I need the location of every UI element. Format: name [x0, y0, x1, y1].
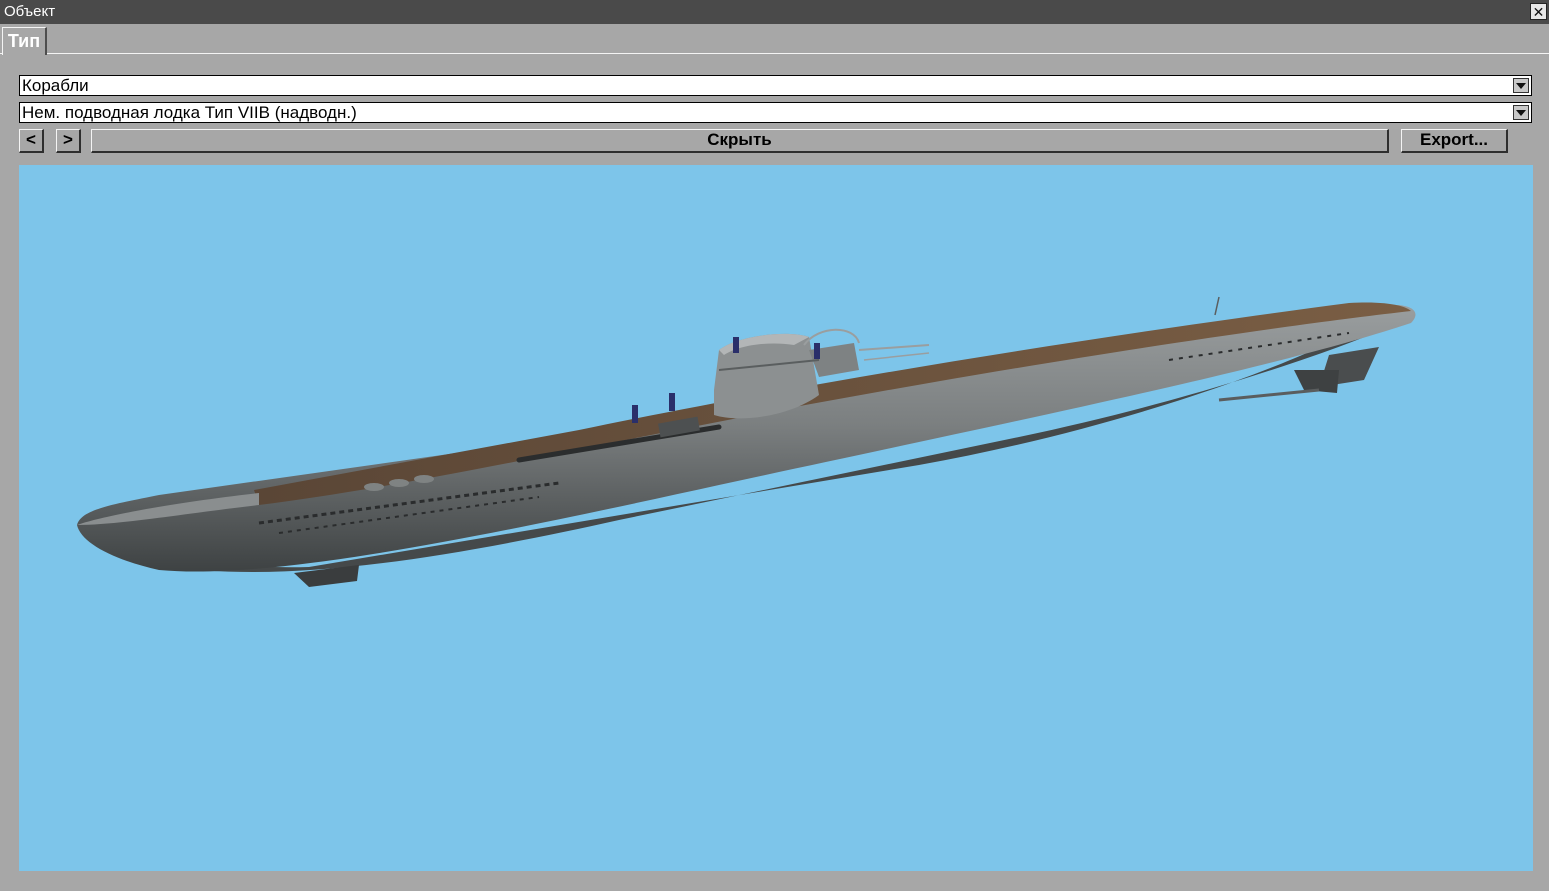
chevron-down-icon — [1516, 109, 1526, 116]
window-title: Объект — [4, 3, 56, 20]
submarine-model — [77, 296, 1416, 587]
model-viewport[interactable] — [19, 165, 1533, 871]
tab-strip: Тип — [0, 24, 1549, 55]
category-dropdown-button[interactable] — [1513, 78, 1529, 93]
tab-type[interactable]: Тип — [2, 27, 47, 55]
chevron-down-icon — [1516, 82, 1526, 89]
close-button[interactable]: ✕ — [1530, 3, 1547, 20]
close-icon: ✕ — [1532, 3, 1545, 20]
next-button[interactable]: > — [56, 129, 81, 153]
object-dropdown-button[interactable] — [1513, 105, 1529, 120]
window-titlebar: Объект ✕ — [0, 0, 1549, 24]
export-button[interactable]: Export... — [1401, 129, 1508, 153]
object-select-value: Нем. подводная лодка Тип VIIB (надводн.) — [22, 103, 357, 122]
object-select[interactable]: Нем. подводная лодка Тип VIIB (надводн.) — [19, 102, 1532, 123]
category-select-value: Корабли — [22, 76, 89, 95]
prev-button[interactable]: < — [19, 129, 44, 153]
category-select[interactable]: Корабли — [19, 75, 1532, 96]
hide-button[interactable]: Скрыть — [91, 129, 1389, 153]
